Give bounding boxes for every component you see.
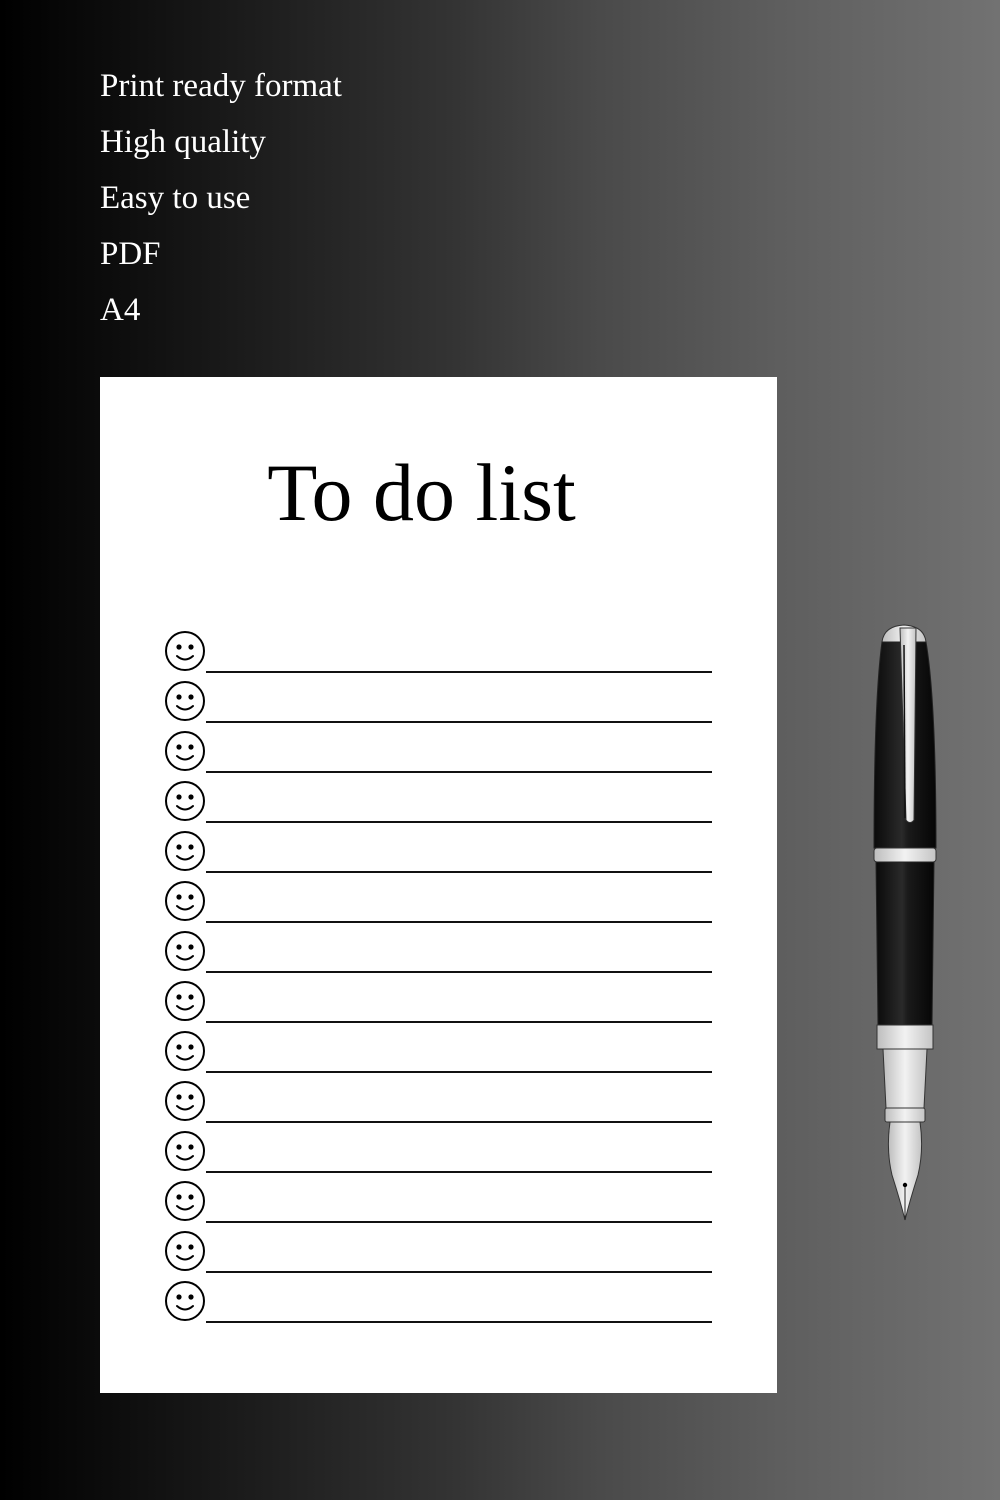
todo-row[interactable] [164, 630, 714, 680]
smiley-face-icon [165, 781, 205, 821]
todo-row[interactable] [164, 980, 714, 1030]
smiley-face-icon [165, 1231, 205, 1271]
todo-row[interactable] [164, 1030, 714, 1080]
smiley-face-icon [165, 1031, 205, 1071]
feature-item: A4 [100, 292, 141, 328]
smiley-face-icon [165, 731, 205, 771]
fountain-pen-icon [873, 624, 937, 1221]
write-line[interactable] [206, 1121, 712, 1123]
todo-row[interactable] [164, 1130, 714, 1180]
write-line[interactable] [206, 1221, 712, 1223]
todo-row[interactable] [164, 730, 714, 780]
smiley-face-icon [165, 881, 205, 921]
smiley-face-icon [165, 681, 205, 721]
todo-row[interactable] [164, 1230, 714, 1280]
write-line[interactable] [206, 921, 712, 923]
todo-row[interactable] [164, 780, 714, 830]
sheet-title: To do list [267, 447, 576, 538]
feature-item: PDF [100, 236, 161, 272]
smiley-face-icon [165, 831, 205, 871]
smiley-face-icon [165, 931, 205, 971]
write-line[interactable] [206, 1271, 712, 1273]
feature-item: Print ready format [100, 68, 342, 104]
write-line[interactable] [206, 871, 712, 873]
feature-list: Print ready format High quality Easy to … [100, 58, 342, 338]
feature-item: Easy to use [100, 180, 251, 216]
smiley-face-icon [165, 1081, 205, 1121]
smiley-face-icon [165, 1281, 205, 1321]
todo-row[interactable] [164, 1280, 714, 1330]
write-line[interactable] [206, 1321, 712, 1323]
write-line[interactable] [206, 1171, 712, 1173]
smiley-face-icon [165, 631, 205, 671]
write-line[interactable] [206, 771, 712, 773]
feature-item: High quality [100, 124, 266, 160]
todo-sheet: To do list [100, 377, 777, 1393]
write-line[interactable] [206, 1071, 712, 1073]
todo-row[interactable] [164, 830, 714, 880]
todo-row[interactable] [164, 930, 714, 980]
write-line[interactable] [206, 971, 712, 973]
todo-row[interactable] [164, 880, 714, 930]
write-line[interactable] [206, 671, 712, 673]
todo-row[interactable] [164, 1080, 714, 1130]
smiley-face-icon [165, 1131, 205, 1171]
write-line[interactable] [206, 1021, 712, 1023]
write-line[interactable] [206, 821, 712, 823]
write-line[interactable] [206, 721, 712, 723]
smiley-face-icon [165, 981, 205, 1021]
todo-row[interactable] [164, 1180, 714, 1230]
todo-row[interactable] [164, 680, 714, 730]
smiley-face-icon [165, 1181, 205, 1221]
